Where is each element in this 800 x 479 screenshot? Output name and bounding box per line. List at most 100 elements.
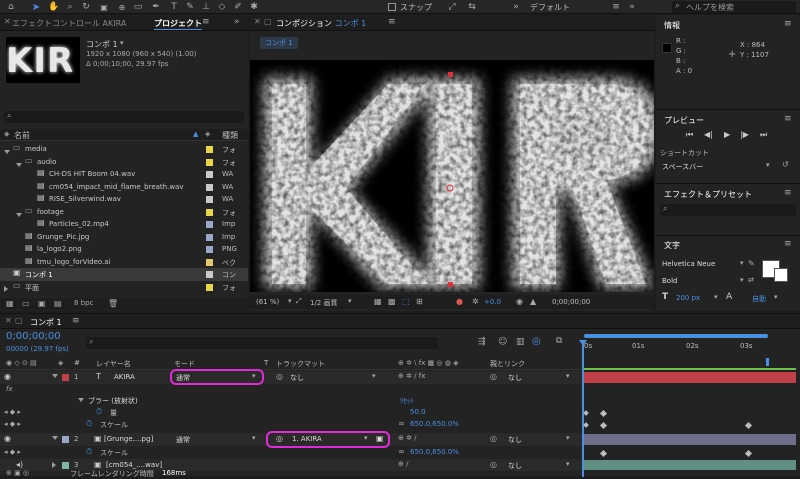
project-item[interactable]: ▤ Grunge_Pic.jpg Imp [0,231,248,244]
new-comp-icon[interactable]: ▣ [38,299,46,308]
project-item[interactable]: ▭ media フォ [0,143,248,156]
chevron-down-icon[interactable]: ▾ [766,161,770,169]
audio-icon[interactable]: ◂) [16,460,23,469]
property-value[interactable]: 50.0 [410,408,426,416]
type-tool-icon[interactable]: T [168,1,180,13]
workspace-more-icon[interactable]: » [510,1,522,13]
effect-name[interactable]: ブラー (放射状) [88,396,138,406]
motion-blur-icon[interactable]: ◎ [532,336,541,347]
swap-colors-icon[interactable]: ⇄ [748,276,754,284]
bounding-handle[interactable] [448,282,453,287]
panel-expand-icon[interactable]: » [234,17,240,27]
last-frame-icon[interactable]: ⏭ [760,130,767,140]
shortcut-dropdown[interactable]: スペースバー [662,162,703,172]
chevron-down-icon[interactable]: ▾ [566,372,570,380]
project-item[interactable]: ▤ la_logo2.png PNG [0,243,248,256]
workspace-menu-icon[interactable]: ≡ [610,1,622,13]
label-color-swatch[interactable] [206,221,213,228]
zoom-dropdown[interactable]: (61 %) [256,298,279,306]
column-layer-name[interactable]: レイヤー名 [96,359,131,369]
prev-frame-icon[interactable]: ◀| [704,130,713,139]
collapse-arrow-icon[interactable] [52,374,58,378]
keyframe[interactable] [744,449,753,458]
eyedropper-icon[interactable]: ✎ [748,259,755,268]
property-value[interactable]: 650.0,650.0% [410,420,459,428]
stopwatch-icon[interactable]: ⏱ [86,447,92,457]
panel-menu-icon[interactable]: ≡ [72,316,80,326]
keyframe-nav-icon[interactable]: ◂ ◆ ▸ [4,448,21,456]
keyframe[interactable] [599,421,608,430]
keyframe-nav-icon[interactable]: ◂ ◆ ▸ [4,420,21,428]
tab-effect-controls[interactable]: エフェクトコントロール AKIRA [12,18,126,29]
chevron-down-icon[interactable]: ▾ [348,297,352,305]
workspace-more-right-icon[interactable]: » [626,1,638,13]
keyframe[interactable] [583,410,589,416]
chevron-down-icon[interactable]: ▾ [372,372,376,380]
panel-menu-icon[interactable]: ≡ [784,239,792,249]
layer-switches-icon[interactable]: ⊕ ✲ / [398,434,417,442]
align-icon[interactable]: ⇆ [466,1,478,13]
keyframe[interactable] [744,421,753,430]
project-item[interactable]: ▤ tmu_logo_forVideo.ai ベク [0,256,248,269]
label-color-swatch[interactable] [206,183,213,191]
transparency-grid-icon[interactable]: ▩ [388,297,396,306]
chevron-down-icon[interactable]: ▾ [252,434,256,442]
effects-search-input[interactable]: ⌕ [660,204,796,216]
bounding-handle[interactable] [448,72,453,77]
keyframe[interactable] [583,422,589,428]
chevron-down-icon[interactable]: ▾ [566,434,570,442]
expand-arrow-icon[interactable] [4,285,8,294]
timeline-tab[interactable]: コンポ 1 [30,317,62,328]
zoom-tool-icon[interactable]: ⌕ [64,1,76,13]
adjust-icon[interactable]: ▤ [54,299,62,308]
chevron-down-icon[interactable]: ▾ [714,293,718,301]
pen-tool-icon[interactable]: ✒ [150,1,162,13]
layer-name[interactable]: [cm054_....wav] [106,461,162,469]
panel-menu-icon[interactable]: ≡ [388,17,396,27]
mask-icon[interactable]: ⬚ [402,297,410,306]
font-style-dropdown[interactable]: Bold [662,277,677,285]
exposure-icon[interactable]: ✲ [472,297,479,306]
label-color-swatch[interactable] [62,436,69,443]
layer-switches-icon[interactable]: ⊕ ✲ / fx [398,372,425,380]
layer-row[interactable]: ◉ 1 T AKIRA 通常 ▾ ◎ なし ▾ ⊕ ✲ / fx ◎ なし ▾ [0,371,582,384]
chevron-down-icon[interactable]: ▾ [566,460,570,468]
label-color-swatch[interactable] [206,196,213,203]
label-color-swatch[interactable] [206,283,213,291]
chevron-down-icon[interactable]: ▾ [740,276,744,284]
eye-icon[interactable]: ◉ [4,372,11,381]
comp-subtab[interactable]: コンポ 1 [260,37,298,49]
graph-editor-icon[interactable]: ⧉ [556,336,562,346]
project-item[interactable]: ▭ 平面 フォ [0,281,248,294]
snapshot-icon[interactable]: ◉ [516,297,523,306]
project-search-input[interactable]: ⌕ [4,111,244,123]
layer-bar[interactable] [584,372,796,383]
help-search-box[interactable]: ⌕ ヘルプを検索 [672,1,796,13]
lock-icon[interactable]: ▢ [264,17,272,26]
shy-layers-icon[interactable]: ☺ [498,337,507,347]
rotate-tool-icon[interactable]: ↻ [80,1,92,13]
exposure-value[interactable]: +0.0 [484,298,501,306]
project-item[interactable]: ▭ footage フォ [0,206,248,219]
parent-dropdown[interactable]: なし [508,373,522,383]
effect-reset-button[interactable]: ﾘｾｯﾄ [400,396,414,406]
eye-icon[interactable]: ◉ [4,434,11,443]
label-color-swatch[interactable] [206,271,213,278]
chevron-down-icon[interactable]: ▾ [774,293,778,301]
tab-composition[interactable]: コンポジション コンポ 1 [276,18,366,29]
roto-brush-icon[interactable]: ✐ [232,1,244,13]
frame-blending-icon[interactable]: ▥ [516,337,525,347]
project-item[interactable]: ▤ Particles_02.mp4 Imp [0,218,248,231]
link-icon[interactable]: ∞ [398,447,405,456]
project-item[interactable]: ▤ cm054_impact_mid_flame_breath.wav WA [0,181,248,194]
property-value[interactable]: 650.0,650.0% [410,448,459,456]
work-area-end[interactable] [766,358,769,366]
project-item[interactable]: ▤ CH-DS HIT Boom 04.wav WA [0,168,248,181]
composition-viewer[interactable] [250,60,654,292]
current-time-indicator[interactable] [579,340,587,477]
keyframe[interactable] [599,409,608,418]
collapse-arrow-icon[interactable] [52,462,56,468]
interpret-footage-icon[interactable]: ▦ [6,299,14,308]
leading-value[interactable]: 自動 [752,294,766,304]
snap-options-icon[interactable]: ⤢ [446,1,458,13]
